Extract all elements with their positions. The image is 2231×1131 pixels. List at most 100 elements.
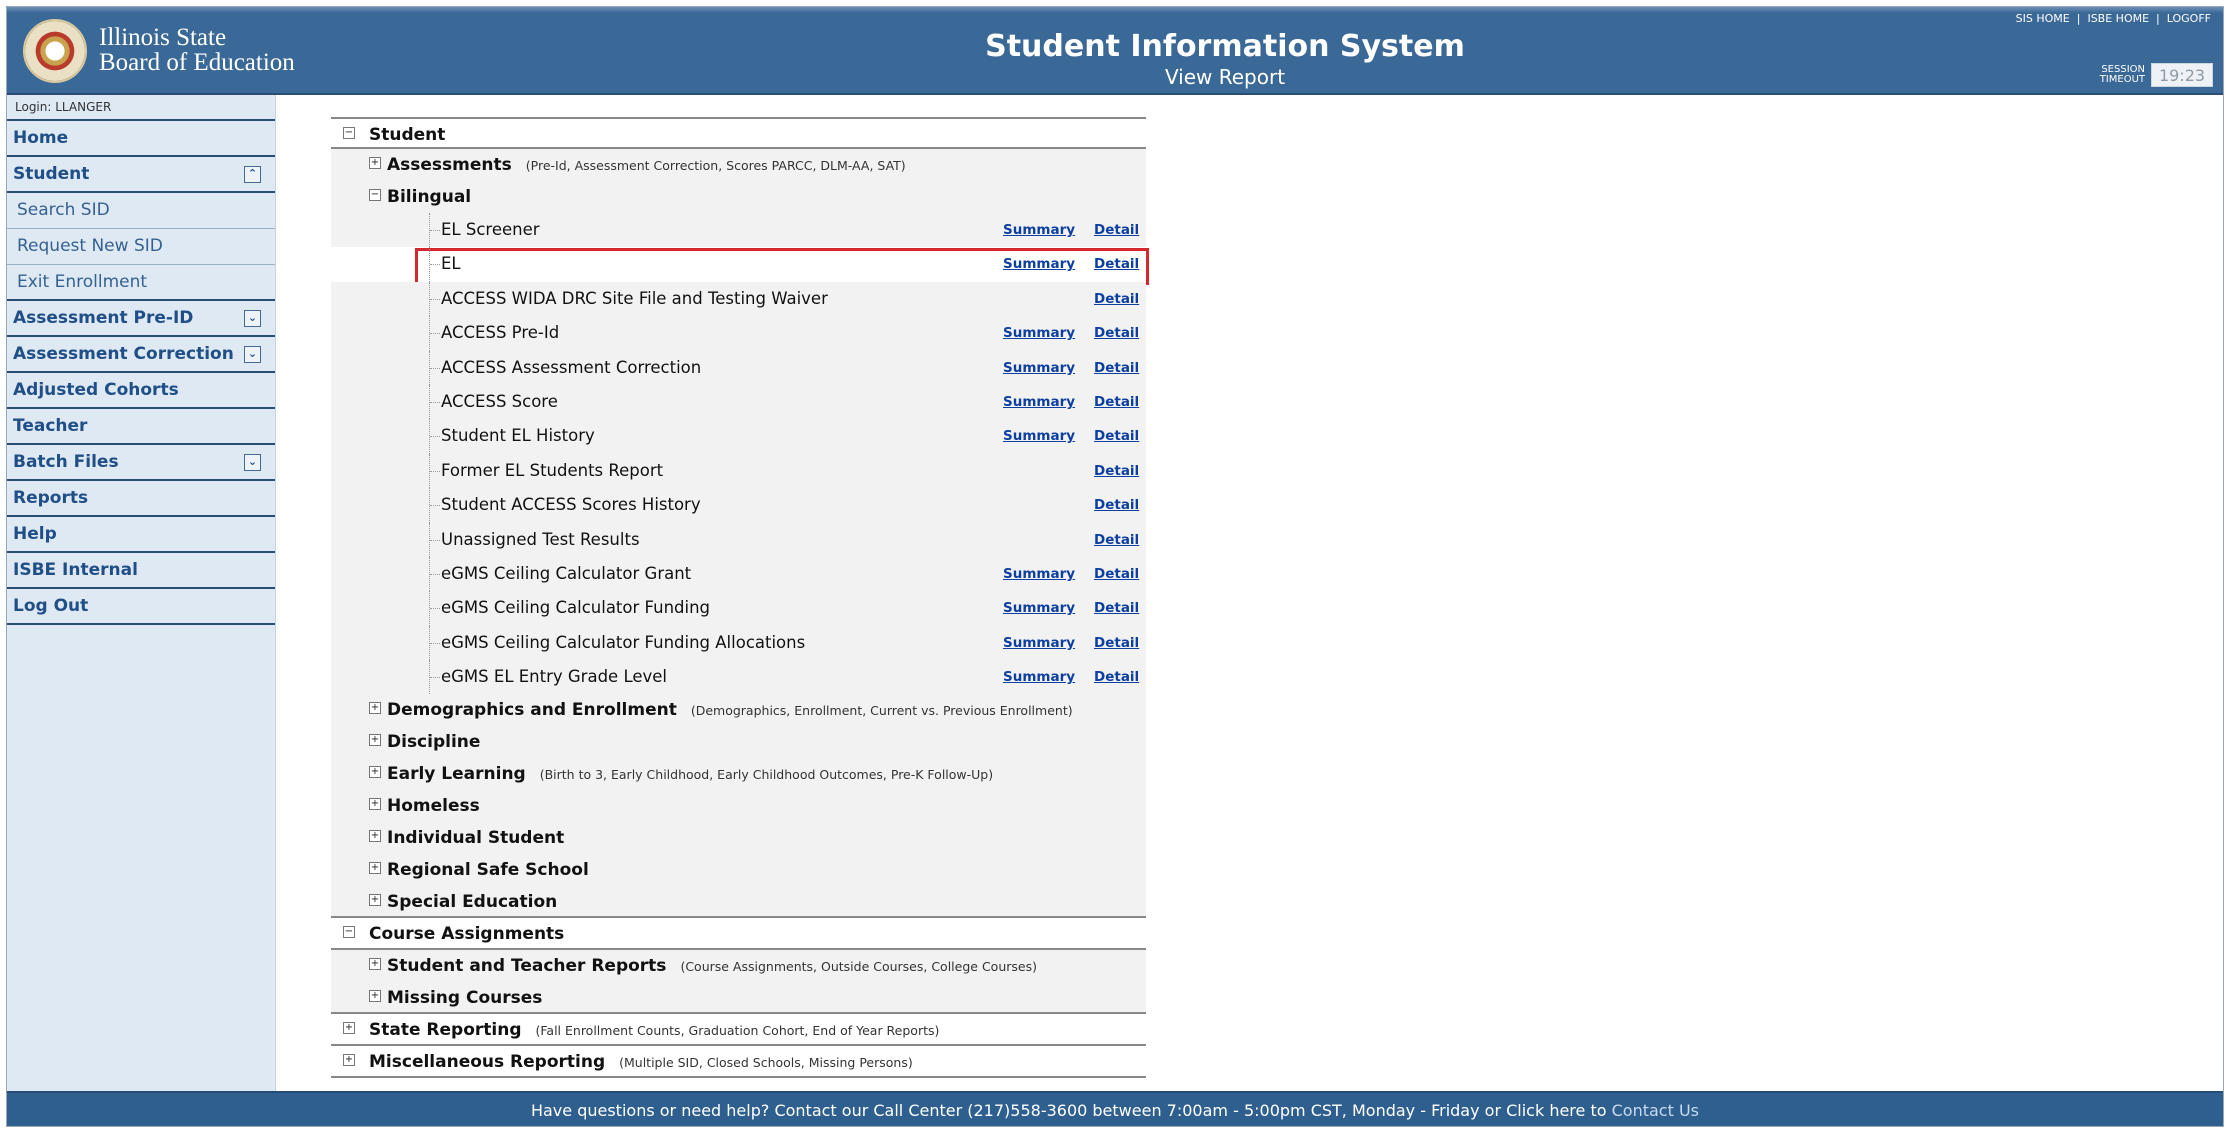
report-row: ACCESS Assessment Correction Summary Detai… xyxy=(331,350,1146,385)
report-row: ACCESS WIDA DRC Site File and Testing Wa… xyxy=(331,281,1146,317)
expand-icon[interactable]: + xyxy=(369,830,381,843)
tree-node-student-teacher-reports[interactable]: + Student and Teacher Reports (Course Assi… xyxy=(331,950,1146,983)
tree-node-missing-courses[interactable]: + Missing Courses xyxy=(331,982,1146,1015)
detail-link[interactable]: Detail xyxy=(1094,351,1139,385)
tree-section-student[interactable]: − Student xyxy=(331,117,1146,149)
sidebar-nav: Login: LLANGER Home Student ⌃ Search SID … xyxy=(7,95,276,1100)
sidebar-item-adjusted-cohorts[interactable]: Adjusted Cohorts xyxy=(7,373,275,409)
collapse-icon[interactable]: − xyxy=(343,926,355,939)
summary-link[interactable]: Summary xyxy=(1003,213,1075,247)
tree-node-early-learning[interactable]: + Early Learning (Birth to 3, Early Childh… xyxy=(331,758,1146,791)
page-subtitle: View Report xyxy=(1164,65,1286,89)
tree-section-course-assignments[interactable]: − Course Assignments xyxy=(331,918,1146,951)
session-timeout: SESSION TIMEOUT 19:23 xyxy=(2100,63,2213,87)
sidebar-item-batch-files[interactable]: Batch Files ⌄ xyxy=(7,445,275,481)
sidebar-item-teacher[interactable]: Teacher xyxy=(7,409,275,445)
report-row: eGMS Ceiling Calculator Funding Allocati… xyxy=(331,625,1146,661)
summary-link[interactable]: Summary xyxy=(1003,557,1075,591)
summary-link[interactable]: Summary xyxy=(1003,385,1075,419)
sidebar-item-reports[interactable]: Reports xyxy=(7,481,275,517)
tree-node-individual-student[interactable]: + Individual Student xyxy=(331,822,1146,855)
sidebar-item-assessment-pre-id[interactable]: Assessment Pre-ID ⌄ xyxy=(7,301,275,337)
detail-link[interactable]: Detail xyxy=(1094,488,1139,522)
detail-link[interactable]: Detail xyxy=(1094,557,1139,591)
tree-branch xyxy=(429,213,441,248)
detail-link[interactable]: Detail xyxy=(1094,419,1139,453)
detail-link[interactable]: Detail xyxy=(1094,247,1139,281)
report-row: Former EL Students Report Detail xyxy=(331,453,1146,489)
collapse-icon[interactable]: ⌃ xyxy=(244,166,261,183)
detail-link[interactable]: Detail xyxy=(1094,213,1139,247)
collapse-icon[interactable]: − xyxy=(343,127,355,139)
sidebar-item-isbe-internal[interactable]: ISBE Internal xyxy=(7,553,275,589)
expand-icon[interactable]: + xyxy=(369,798,381,811)
sidebar-subitem-search-sid[interactable]: Search SID xyxy=(7,193,275,229)
tree-branch xyxy=(429,522,441,557)
sidebar-item-student[interactable]: Student ⌃ xyxy=(7,157,275,193)
header-bar: Illinois State Board of Education Studen… xyxy=(7,7,2223,95)
app-window: Illinois State Board of Education Studen… xyxy=(6,6,2224,1127)
student-group: + Assessments (Pre-Id, Assessment Correcti… xyxy=(331,149,1149,919)
sidebar-subitem-request-new-sid[interactable]: Request New SID xyxy=(7,229,275,265)
summary-link[interactable]: Summary xyxy=(1003,316,1075,350)
report-row: eGMS Ceiling Calculator Grant Summary Deta… xyxy=(331,556,1146,592)
expand-icon[interactable]: + xyxy=(369,862,381,875)
sidebar-subitem-exit-enrollment[interactable]: Exit Enrollment xyxy=(7,265,275,301)
detail-link[interactable]: Detail xyxy=(1094,591,1139,625)
expand-icon[interactable]: + xyxy=(343,1022,355,1035)
contact-us-link[interactable]: Contact Us xyxy=(1612,1101,1699,1120)
tree-node-discipline[interactable]: + Discipline xyxy=(331,726,1146,759)
tree-branch xyxy=(429,316,441,351)
tree-branch xyxy=(429,591,441,626)
summary-link[interactable]: Summary xyxy=(1003,591,1075,625)
expand-icon[interactable]: ⌄ xyxy=(244,310,261,327)
tree-node-regional-safe-school[interactable]: + Regional Safe School xyxy=(331,854,1146,887)
sidebar-item-help[interactable]: Help xyxy=(7,517,275,553)
expand-icon[interactable]: ⌄ xyxy=(244,346,261,363)
collapse-icon[interactable]: − xyxy=(369,189,381,201)
detail-link[interactable]: Detail xyxy=(1094,316,1139,350)
tree-branch xyxy=(429,660,441,695)
detail-link[interactable]: Detail xyxy=(1094,454,1139,488)
sidebar-item-home[interactable]: Home xyxy=(7,121,275,157)
report-tree: − Student + Assessments (Pre-Id, Assessment… xyxy=(331,117,1149,1079)
detail-link[interactable]: Detail xyxy=(1094,626,1139,660)
detail-link[interactable]: Detail xyxy=(1094,385,1139,419)
tree-node-demographics[interactable]: + Demographics and Enrollment (Demographic… xyxy=(331,694,1146,727)
tree-node-assessments[interactable]: + Assessments (Pre-Id, Assessment Correcti… xyxy=(331,149,1146,181)
summary-link[interactable]: Summary xyxy=(1003,419,1075,453)
tree-section-misc-reporting[interactable]: + Miscellaneous Reporting (Multiple SID, C… xyxy=(331,1046,1146,1079)
detail-link[interactable]: Detail xyxy=(1094,660,1139,694)
expand-icon[interactable]: + xyxy=(343,1054,355,1067)
summary-link[interactable]: Summary xyxy=(1003,351,1075,385)
separator: | xyxy=(2076,12,2081,25)
tree-node-homeless[interactable]: + Homeless xyxy=(331,790,1146,823)
tree-branch xyxy=(429,488,441,523)
expand-icon[interactable]: + xyxy=(369,958,381,971)
expand-icon[interactable]: + xyxy=(369,766,381,779)
tree-node-bilingual[interactable]: − Bilingual xyxy=(331,181,1146,213)
expand-icon[interactable]: + xyxy=(369,702,381,715)
tree-section-state-reporting[interactable]: + State Reporting (Fall Enrollment Counts,… xyxy=(331,1014,1146,1047)
summary-link[interactable]: Summary xyxy=(1003,660,1075,694)
login-label: Login: LLANGER xyxy=(7,95,275,121)
detail-link[interactable]: Detail xyxy=(1094,282,1139,316)
tree-branch xyxy=(429,281,441,317)
sis-home-link[interactable]: SIS HOME xyxy=(2016,12,2070,25)
summary-link[interactable]: Summary xyxy=(1003,626,1075,660)
sidebar-item-assessment-correction[interactable]: Assessment Correction ⌄ xyxy=(7,337,275,373)
summary-link[interactable]: Summary xyxy=(1003,247,1075,281)
expand-icon[interactable]: + xyxy=(369,894,381,907)
expand-icon[interactable]: + xyxy=(369,157,381,169)
expand-icon[interactable]: + xyxy=(369,734,381,747)
isbe-home-link[interactable]: ISBE HOME xyxy=(2087,12,2149,25)
tree-node-special-education[interactable]: + Special Education xyxy=(331,886,1146,919)
page-title: Student Information System xyxy=(985,29,1465,64)
tree-branch xyxy=(429,419,441,454)
expand-icon[interactable]: ⌄ xyxy=(244,454,261,471)
sidebar-item-log-out[interactable]: Log Out xyxy=(7,589,275,625)
logoff-link[interactable]: LOGOFF xyxy=(2167,12,2211,25)
expand-icon[interactable]: + xyxy=(369,990,381,1003)
report-row: eGMS Ceiling Calculator Funding Summary De… xyxy=(331,591,1146,626)
detail-link[interactable]: Detail xyxy=(1094,523,1139,557)
